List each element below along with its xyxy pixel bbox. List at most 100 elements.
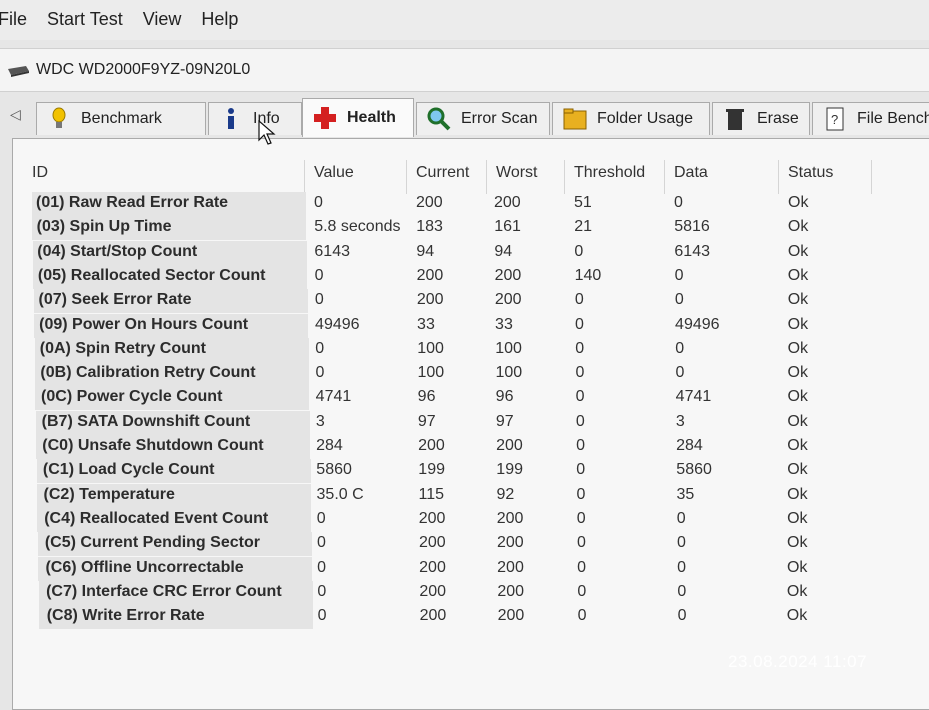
cell-current: 100 xyxy=(417,339,444,357)
tab-erase[interactable]: Erase xyxy=(712,102,810,135)
table-row[interactable]: (0A) Spin Retry Count 0 100 100 0 0 Ok xyxy=(0,337,929,362)
cell-status: Ok xyxy=(787,339,809,357)
table-row[interactable]: (B7) SATA Downshift Count 3 97 97 0 3 Ok xyxy=(0,410,929,435)
table-row[interactable]: (09) Power On Hours Count 49496 33 33 0 49496… xyxy=(0,313,929,338)
table-row[interactable]: (C2) Temperature 35.0 C 115 92 0 35 Ok xyxy=(0,483,929,508)
cell-data: 3 xyxy=(675,412,685,430)
menu-file[interactable]: File xyxy=(0,9,37,30)
cell-data: 35 xyxy=(676,485,695,503)
column-header-value[interactable]: Value xyxy=(314,164,354,182)
cell-value: 0 xyxy=(317,582,327,600)
cell-value: 284 xyxy=(316,437,343,454)
svg-text:?: ? xyxy=(831,112,838,127)
column-divider xyxy=(778,160,779,194)
column-header-id[interactable]: ID xyxy=(32,164,48,182)
table-row[interactable]: (C5) Current Pending Sector 0 200 200 0 0 Ok xyxy=(0,532,929,557)
cell-id: (C8) Write Error Rate xyxy=(46,607,205,625)
cell-data: 4741 xyxy=(675,388,712,406)
column-header-threshold[interactable]: Threshold xyxy=(574,164,645,182)
cell-id: (C7) Interface CRC Error Count xyxy=(46,582,282,600)
cell-current: 200 xyxy=(416,194,443,211)
drive-selector[interactable]: WDC WD2000F9YZ-09N20L0 xyxy=(0,48,929,92)
tab-label: Folder Usage xyxy=(597,110,694,127)
table-row[interactable]: (C0) Unsafe Shutdown Count 284 200 200 0 284 O… xyxy=(0,435,929,459)
cell-worst: 92 xyxy=(496,485,515,503)
lightbulb-icon xyxy=(47,107,71,131)
cell-threshold: 0 xyxy=(574,242,584,260)
cell-threshold: 0 xyxy=(575,388,585,406)
cell-value: 0 xyxy=(316,509,326,527)
cell-value: 4741 xyxy=(315,388,352,406)
cell-id: (C1) Load Cycle Count xyxy=(42,461,215,479)
cell-current: 94 xyxy=(416,242,435,260)
table-row[interactable]: (C1) Load Cycle Count 5860 199 199 0 5860 Ok xyxy=(0,459,929,484)
tab-info[interactable]: Info xyxy=(208,102,302,135)
cell-id: (0C) Power Cycle Count xyxy=(41,388,223,406)
cell-value: 0 xyxy=(317,607,327,625)
menu-bar: File Start Test View Help xyxy=(0,0,929,40)
table-row[interactable]: (C6) Offline Uncorrectable 0 200 200 0 0 Ok xyxy=(0,556,929,581)
table-row[interactable]: (C4) Reallocated Event Count 0 200 200 0 0 Ok xyxy=(0,507,929,532)
menu-view[interactable]: View xyxy=(133,9,192,30)
cell-value: 6143 xyxy=(314,242,350,260)
tab-file-bench[interactable]: ? File Bench xyxy=(812,102,929,135)
table-row[interactable]: (0B) Calibration Retry Count 0 100 100 0 0 Ok xyxy=(0,362,929,387)
table-row[interactable]: (05) Reallocated Sector Count 0 200 200 140 0… xyxy=(0,264,929,289)
menu-help[interactable]: Help xyxy=(191,9,248,30)
cell-status: Ok xyxy=(787,315,809,333)
cell-data: 49496 xyxy=(675,315,720,333)
trash-icon xyxy=(723,107,747,131)
tab-label: Health xyxy=(347,109,396,126)
cell-current: 199 xyxy=(418,461,445,479)
column-divider xyxy=(871,160,872,194)
column-header-current[interactable]: Current xyxy=(416,164,469,182)
tab-error-scan[interactable]: Error Scan xyxy=(416,102,550,135)
cell-id: (05) Reallocated Sector Count xyxy=(37,266,266,284)
table-row[interactable]: (03) Spin Up Time 5.8 seconds 183 161 21 5816… xyxy=(0,216,929,241)
table-row[interactable]: (07) Seek Error Rate 0 200 200 0 0 Ok xyxy=(0,289,929,314)
table-row[interactable]: (0C) Power Cycle Count 4741 96 96 0 4741 Ok xyxy=(0,386,929,411)
cell-data: 284 xyxy=(676,437,703,454)
cell-threshold: 0 xyxy=(576,485,586,503)
cell-data: 0 xyxy=(676,534,686,552)
cell-data: 6143 xyxy=(674,242,710,260)
cell-status: Ok xyxy=(787,437,808,454)
tab-folder-usage[interactable]: Folder Usage xyxy=(552,102,710,135)
cell-threshold: 51 xyxy=(574,194,592,211)
column-header-worst[interactable]: Worst xyxy=(496,164,537,182)
cell-data: 5860 xyxy=(676,461,712,479)
table-row[interactable]: (C7) Interface CRC Error Count 0 200 200 0 0 O… xyxy=(0,580,929,605)
cell-threshold: 0 xyxy=(575,412,585,430)
cell-id: (09) Power On Hours Count xyxy=(39,315,249,333)
menu-start-test[interactable]: Start Test xyxy=(37,9,133,30)
column-header-status[interactable]: Status xyxy=(788,164,833,182)
column-header-data[interactable]: Data xyxy=(674,164,708,182)
file-bench-icon: ? xyxy=(823,107,847,131)
cell-worst: 100 xyxy=(495,364,523,382)
cell-current: 33 xyxy=(417,315,435,333)
cell-value: 0 xyxy=(317,558,327,576)
cell-threshold: 0 xyxy=(576,534,586,552)
tab-scroll-left-icon[interactable]: ◁ xyxy=(10,106,21,123)
cell-threshold: 0 xyxy=(576,509,586,527)
cell-id: (C0) Unsafe Shutdown Count xyxy=(42,437,264,454)
cell-value: 0 xyxy=(315,364,325,382)
cell-status: Ok xyxy=(787,388,808,406)
cell-worst: 94 xyxy=(494,242,513,260)
cell-threshold: 0 xyxy=(577,582,587,600)
cell-status: Ok xyxy=(787,534,808,552)
tab-benchmark[interactable]: Benchmark xyxy=(36,102,206,135)
cell-worst: 200 xyxy=(497,582,525,600)
hard-drive-icon xyxy=(6,65,30,77)
table-row[interactable]: (C8) Write Error Rate 0 200 200 0 0 Ok xyxy=(0,605,929,630)
cell-id: (C6) Offline Uncorrectable xyxy=(45,558,244,576)
cell-worst: 200 xyxy=(496,509,524,527)
tab-health[interactable]: Health xyxy=(302,98,414,137)
mouse-cursor-icon xyxy=(258,119,276,151)
tab-label: File Bench xyxy=(857,110,929,127)
table-row[interactable]: (01) Raw Read Error Rate 0 200 200 51 0 Ok xyxy=(0,192,929,216)
cell-status: Ok xyxy=(787,291,809,309)
cell-value: 0 xyxy=(314,291,324,309)
cell-current: 200 xyxy=(416,266,444,284)
table-row[interactable]: (04) Start/Stop Count 6143 94 94 0 6143 Ok xyxy=(0,240,929,265)
